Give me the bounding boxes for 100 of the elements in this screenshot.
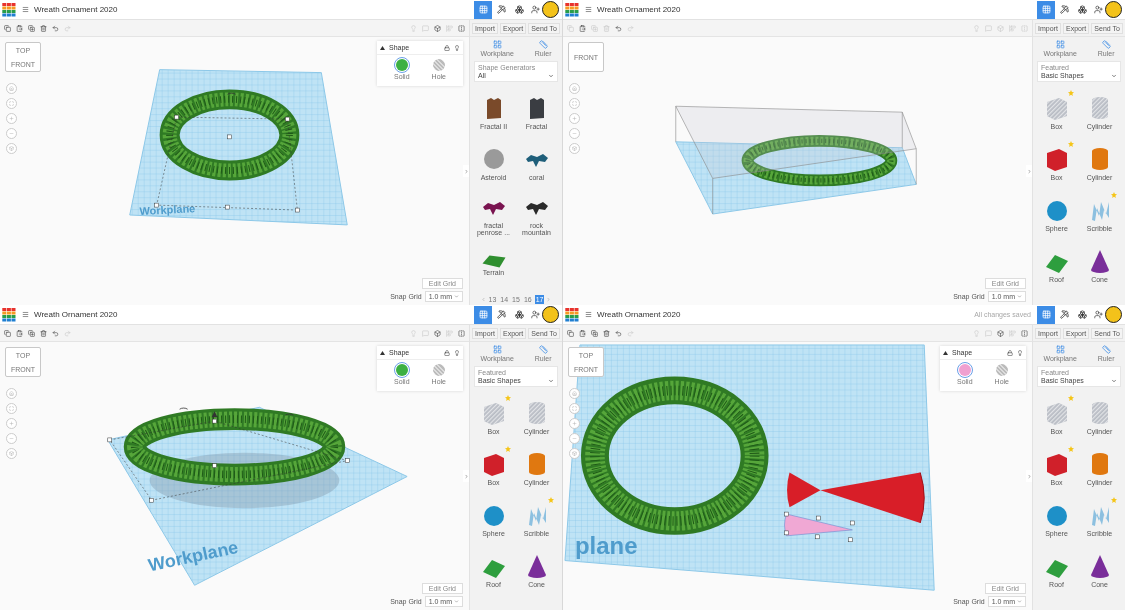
undo-icon[interactable] — [52, 24, 59, 32]
fit-icon — [572, 406, 577, 411]
solid-option[interactable] — [958, 364, 971, 376]
zoom-out-button[interactable] — [569, 128, 580, 139]
undo-icon[interactable] — [52, 329, 59, 337]
hole-option[interactable] — [432, 364, 445, 376]
bulb-icon[interactable] — [1017, 349, 1023, 356]
avatar[interactable] — [542, 1, 559, 18]
avatar[interactable] — [1105, 1, 1122, 18]
bulb-icon[interactable] — [454, 349, 460, 356]
duplicate-icon[interactable] — [28, 24, 35, 32]
fit-view-button[interactable] — [6, 98, 17, 109]
paste-icon[interactable] — [16, 329, 23, 337]
add-user-icon[interactable] — [1094, 310, 1103, 319]
logo-icon[interactable] — [2, 2, 16, 17]
grid-icon[interactable] — [1055, 345, 1065, 354]
menu-icon[interactable] — [22, 6, 29, 13]
home-view-button[interactable] — [569, 83, 580, 94]
perspective-button[interactable] — [6, 448, 17, 459]
project-title[interactable]: Wreath Ornament 2020 — [597, 5, 681, 14]
collapse-panel-button[interactable] — [1026, 165, 1032, 177]
zoom-out-button[interactable] — [569, 433, 580, 444]
perspective-button[interactable] — [569, 143, 580, 154]
copy-icon[interactable] — [4, 329, 11, 337]
ruler-icon[interactable] — [538, 345, 548, 354]
mirror-icon[interactable] — [458, 329, 465, 337]
grid-view-button[interactable] — [1037, 305, 1055, 324]
duplicate-icon[interactable] — [28, 329, 35, 337]
avatar[interactable] — [1105, 306, 1122, 323]
workplane-label: Workplane — [139, 202, 196, 217]
cube-icon[interactable] — [434, 329, 441, 337]
lock-icon[interactable] — [444, 349, 450, 356]
hole-option[interactable] — [432, 59, 445, 71]
add-user-icon[interactable] — [531, 310, 540, 319]
collapse-panel-button[interactable] — [463, 165, 469, 177]
home-view-button[interactable] — [6, 388, 17, 399]
paste-icon[interactable] — [16, 24, 23, 32]
grid-view-button[interactable] — [474, 0, 492, 19]
add-user-icon[interactable] — [531, 5, 540, 14]
grid-icon[interactable] — [492, 345, 502, 354]
logo-icon[interactable] — [565, 307, 579, 322]
perspective-button[interactable] — [6, 143, 17, 154]
ruler-icon[interactable] — [538, 40, 548, 49]
cube-icon[interactable] — [434, 24, 441, 32]
hole-option[interactable] — [995, 364, 1008, 376]
undo-icon[interactable] — [615, 24, 622, 32]
menu-icon[interactable] — [585, 311, 592, 318]
logo-icon[interactable] — [565, 2, 579, 17]
collapse-caret-icon[interactable] — [380, 350, 385, 355]
delete-icon[interactable] — [40, 329, 47, 337]
collapse-caret-icon[interactable] — [943, 350, 948, 355]
menu-icon[interactable] — [585, 6, 592, 13]
bulb-icon[interactable] — [454, 44, 460, 51]
solid-option[interactable] — [395, 364, 408, 376]
menu-icon[interactable] — [22, 311, 29, 318]
bricks-icon — [1077, 310, 1087, 319]
chevron-down-icon — [1111, 378, 1117, 384]
ruler-icon[interactable] — [1101, 345, 1111, 354]
perspective-button[interactable] — [569, 448, 580, 459]
duplicate-icon[interactable] — [591, 329, 598, 337]
zoom-in-button[interactable] — [569, 418, 580, 429]
ruler-icon[interactable] — [1101, 40, 1111, 49]
delete-icon[interactable] — [603, 329, 610, 337]
lock-icon[interactable] — [444, 44, 450, 51]
collapse-caret-icon[interactable] — [380, 45, 385, 50]
home-view-button[interactable] — [569, 388, 580, 399]
grid-view-button[interactable] — [474, 305, 492, 324]
project-title[interactable]: Wreath Ornament 2020 — [34, 310, 118, 319]
add-user-icon[interactable] — [1094, 5, 1103, 14]
zoom-out-button[interactable] — [6, 433, 17, 444]
zoom-in-button[interactable] — [6, 113, 17, 124]
copy-icon[interactable] — [567, 329, 574, 337]
solid-option[interactable] — [395, 59, 408, 71]
chevron-down-icon — [454, 294, 459, 299]
zoom-in-button[interactable] — [569, 113, 580, 124]
zoom-in-button[interactable] — [6, 418, 17, 429]
cube-icon[interactable] — [997, 329, 1004, 337]
project-title[interactable]: Wreath Ornament 2020 — [597, 310, 681, 319]
pickaxe-icon — [1059, 310, 1069, 319]
logo-icon[interactable] — [2, 307, 16, 322]
delete-icon[interactable] — [40, 24, 47, 32]
lock-icon[interactable] — [1007, 349, 1013, 356]
grid-icon[interactable] — [492, 40, 502, 49]
collapse-panel-button[interactable] — [1026, 470, 1032, 482]
project-title[interactable]: Wreath Ornament 2020 — [34, 5, 118, 14]
collapse-panel-button[interactable] — [463, 470, 469, 482]
zoom-out-button[interactable] — [6, 128, 17, 139]
paste-icon[interactable] — [579, 329, 586, 337]
fit-view-button[interactable] — [569, 403, 580, 414]
avatar[interactable] — [542, 306, 559, 323]
fit-view-button[interactable] — [569, 98, 580, 109]
paste-icon[interactable] — [579, 24, 586, 32]
home-view-button[interactable] — [6, 83, 17, 94]
mirror-icon[interactable] — [458, 24, 465, 32]
mirror-icon[interactable] — [1021, 329, 1028, 337]
copy-icon[interactable] — [4, 24, 11, 32]
undo-icon[interactable] — [615, 329, 622, 337]
grid-icon[interactable] — [1055, 40, 1065, 49]
fit-view-button[interactable] — [6, 403, 17, 414]
grid-view-button[interactable] — [1037, 0, 1055, 19]
